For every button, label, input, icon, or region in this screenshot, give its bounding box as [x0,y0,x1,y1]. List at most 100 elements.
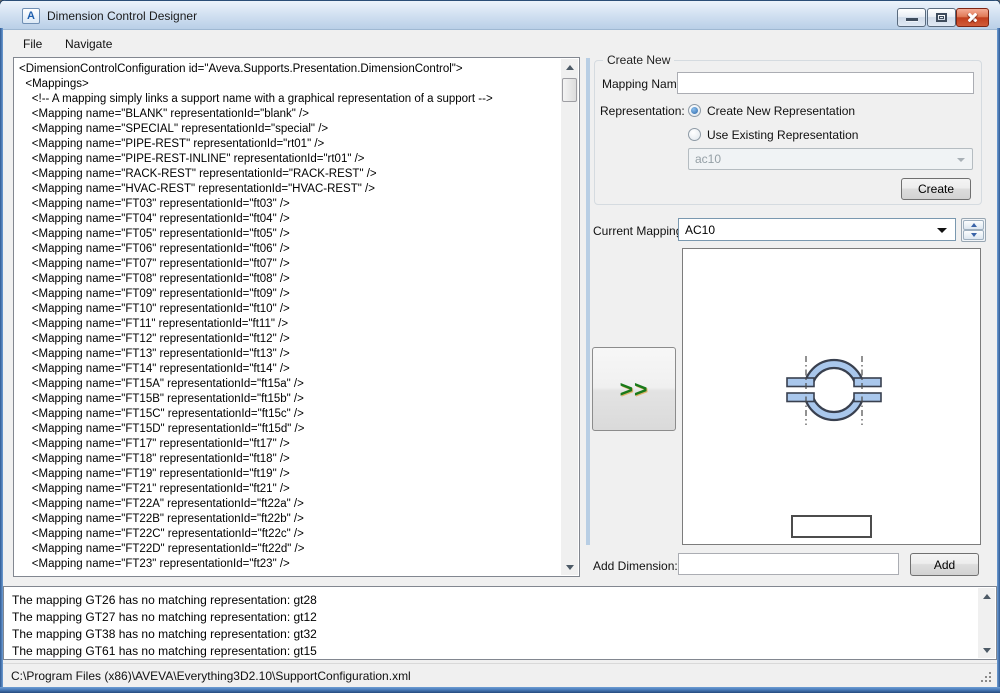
xml-line: <Mapping name="FT05" representationId="f… [19,227,557,242]
window-title: Dimension Control Designer [47,9,197,23]
group-title: Create New [603,53,674,67]
xml-line: <Mapping name="FT08" representationId="f… [19,272,557,287]
radio-use-existing-representation-label[interactable]: Use Existing Representation [707,128,858,142]
xml-line: <Mapping name="FT22C" representationId="… [19,527,557,542]
xml-line: <Mapping name="FT09" representationId="f… [19,287,557,302]
xml-line: <Mapping name="FT22D" representationId="… [19,542,557,557]
transfer-button[interactable]: >> [592,347,676,431]
xml-line: <Mapping name="FT10" representationId="f… [19,302,557,317]
scroll-down-button[interactable] [561,559,578,575]
current-mapping-label: Current Mapping: [593,224,686,238]
xml-line: <Mapping name="FT03" representationId="f… [19,197,557,212]
xml-line: <Mapping name="FT15D" representationId="… [19,422,557,437]
current-mapping-select[interactable]: AC10 [678,218,956,241]
xml-line: <Mapping name="BLANK" representationId="… [19,107,557,122]
close-icon [966,11,979,24]
xml-line: <Mapping name="RACK-REST" representation… [19,167,557,182]
restore-icon [936,13,947,22]
scrollbar-thumb[interactable] [562,78,577,102]
menu-file[interactable]: File [17,35,48,53]
representation-label: Representation: [600,104,685,118]
log-messages: The mapping GT26 has no matching represe… [12,592,974,660]
existing-representation-value: ac10 [695,152,721,166]
add-dimension-label: Add Dimension: [593,559,678,573]
config-file-path: C:\Program Files (x86)\AVEVA\Everything3… [11,669,411,683]
representation-canvas[interactable] [682,248,981,545]
status-bar: C:\Program Files (x86)\AVEVA\Everything3… [3,663,997,687]
arrow-down-icon [566,565,574,570]
chevron-down-icon [937,228,947,233]
arrow-up-icon [566,65,574,70]
xml-line: <Mapping name="PIPE-REST" representation… [19,137,557,152]
xml-line: <Mapping name="FT18" representationId="f… [19,452,557,467]
mapping-name-label: Mapping Name: [602,77,687,91]
xml-line: <Mapping name="FT17" representationId="f… [19,437,557,452]
xml-line: <Mapping name="FT22B" representationId="… [19,512,557,527]
scroll-up-button[interactable] [561,59,578,75]
xml-line: <Mapping name="FT19" representationId="f… [19,467,557,482]
add-button[interactable]: Add [910,553,979,576]
xml-line: <Mapping name="FT13" representationId="f… [19,347,557,362]
scroll-down-button[interactable] [978,642,995,658]
spin-up-button[interactable] [963,220,984,230]
window-frame-left [0,28,3,693]
minimize-icon [906,18,918,21]
existing-representation-select: ac10 [688,148,973,170]
close-button[interactable] [956,8,989,27]
xml-line: <Mapping name="FT07" representationId="f… [19,257,557,272]
xml-line: <Mapping name="FT11" representationId="f… [19,317,557,332]
log-message: The mapping GT38 has no matching represe… [12,626,974,643]
current-mapping-value: AC10 [685,223,715,237]
log-message: The mapping GT27 has no matching represe… [12,609,974,626]
arrow-down-icon [983,648,991,653]
xml-scrollbar[interactable] [561,59,578,575]
xml-line: <Mapping name="FT12" representationId="f… [19,332,557,347]
minimize-button[interactable] [897,8,926,27]
xml-line: <Mapping name="FT22A" representationId="… [19,497,557,512]
xml-line: <Mapping name="FT23" representationId="f… [19,557,557,572]
radio-create-new-representation[interactable] [688,104,701,117]
app-window: A Dimension Control Designer File Naviga… [0,0,1000,693]
xml-line: <Mapping name="PIPE-REST-INLINE" represe… [19,152,557,167]
menu-navigate[interactable]: Navigate [59,35,118,53]
dimension-value-box[interactable] [791,515,872,538]
pipe-clamp-graphic [683,249,982,546]
xml-line: <Mapping name="FT15B" representationId="… [19,392,557,407]
xml-line: <Mapping name="FT14" representationId="f… [19,362,557,377]
spin-down-button[interactable] [963,230,984,240]
arrow-up-icon [971,223,977,227]
log-panel[interactable]: The mapping GT26 has no matching represe… [3,586,997,660]
resize-grip[interactable] [989,680,991,682]
arrow-up-icon [983,594,991,599]
create-button[interactable]: Create [901,178,971,200]
xml-line: <Mappings> [19,77,557,92]
radio-create-new-representation-label[interactable]: Create New Representation [707,104,855,118]
xml-line: <DimensionControlConfiguration id="Aveva… [19,62,557,77]
xml-text: <DimensionControlConfiguration id="Aveva… [19,62,557,574]
title-bar[interactable]: A Dimension Control Designer [0,0,1000,30]
xml-line: <Mapping name="FT15C" representationId="… [19,407,557,422]
log-message: The mapping GT61 has no matching represe… [12,643,974,660]
xml-line: <Mapping name="FT04" representationId="f… [19,212,557,227]
log-scrollbar[interactable] [978,588,995,658]
pane-splitter[interactable] [586,58,590,545]
arrow-down-icon [971,233,977,237]
menu-bar: File Navigate [3,31,997,56]
mapping-name-input[interactable] [677,72,974,94]
maximize-button[interactable] [927,8,956,27]
aveva-app-icon: A [22,8,40,24]
scroll-up-button[interactable] [978,588,995,604]
xml-config-editor[interactable]: <DimensionControlConfiguration id="Aveva… [13,57,580,577]
xml-line: <Mapping name="FT06" representationId="f… [19,242,557,257]
xml-line: <!-- A mapping simply links a support na… [19,92,557,107]
xml-line: <Mapping name="SPECIAL" representationId… [19,122,557,137]
add-dimension-input[interactable] [678,553,899,575]
radio-use-existing-representation[interactable] [688,128,701,141]
xml-line: <Mapping name="HVAC-REST" representation… [19,182,557,197]
log-message: The mapping GT26 has no matching represe… [12,592,974,609]
xml-line: <Mapping name="FT15A" representationId="… [19,377,557,392]
xml-line: <Mapping name="FT21" representationId="f… [19,482,557,497]
mapping-spinner [961,218,986,242]
window-frame-bottom [0,687,1000,693]
chevron-down-icon [957,158,965,162]
